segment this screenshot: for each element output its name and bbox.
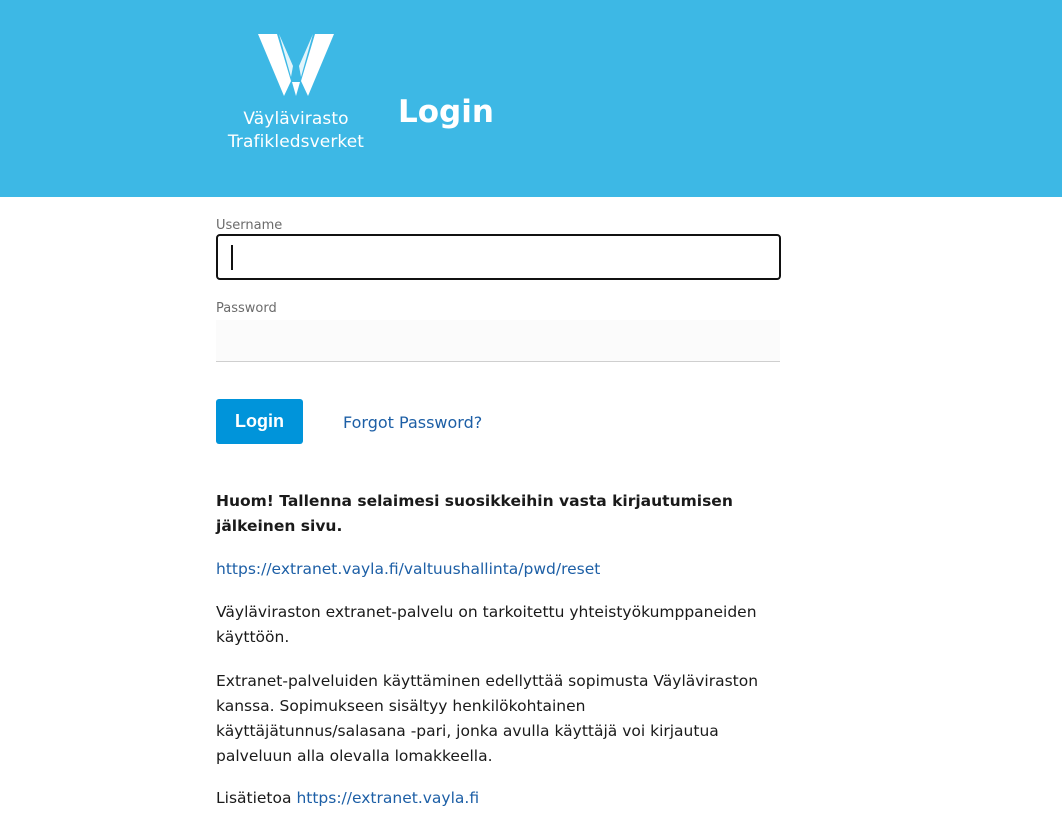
- reset-link-paragraph: https://extranet.vayla.fi/valtuushallint…: [216, 557, 600, 582]
- username-input[interactable]: [216, 234, 781, 280]
- text-cursor: [231, 245, 233, 270]
- info-section: Huom! Tallenna selaimesi suosikkeihin va…: [216, 489, 776, 807]
- login-button[interactable]: Login: [216, 399, 303, 444]
- password-reset-link[interactable]: https://extranet.vayla.fi/valtuushallint…: [216, 560, 600, 578]
- password-input[interactable]: [216, 320, 780, 362]
- page-title: Login: [398, 94, 494, 130]
- v-logo-icon: [258, 34, 334, 96]
- bookmark-notice: Huom! Tallenna selaimesi suosikkeihin va…: [216, 492, 733, 535]
- password-label: Password: [216, 301, 277, 316]
- logo-text: Väylävirasto Trafikledsverket: [215, 108, 377, 154]
- vaylavirasto-logo: Väylävirasto Trafikledsverket: [215, 30, 377, 160]
- agreement-description: Extranet-palveluiden käyttäminen edellyt…: [216, 672, 759, 765]
- service-description: Väyläviraston extranet-palvelu on tarkoi…: [216, 603, 757, 646]
- username-label: Username: [216, 218, 283, 233]
- forgot-password-link[interactable]: Forgot Password?: [343, 412, 482, 434]
- logo-text-fi: Väylävirasto: [243, 109, 349, 129]
- extranet-link[interactable]: https://extranet.vayla.fi: [296, 789, 479, 807]
- header-banner: Väylävirasto Trafikledsverket Login: [0, 0, 1062, 197]
- more-info-label: Lisätietoa: [216, 789, 292, 807]
- more-info-paragraph: Lisätietoa https://extranet.vayla.fi: [216, 786, 479, 811]
- logo-text-sv: Trafikledsverket: [227, 132, 365, 152]
